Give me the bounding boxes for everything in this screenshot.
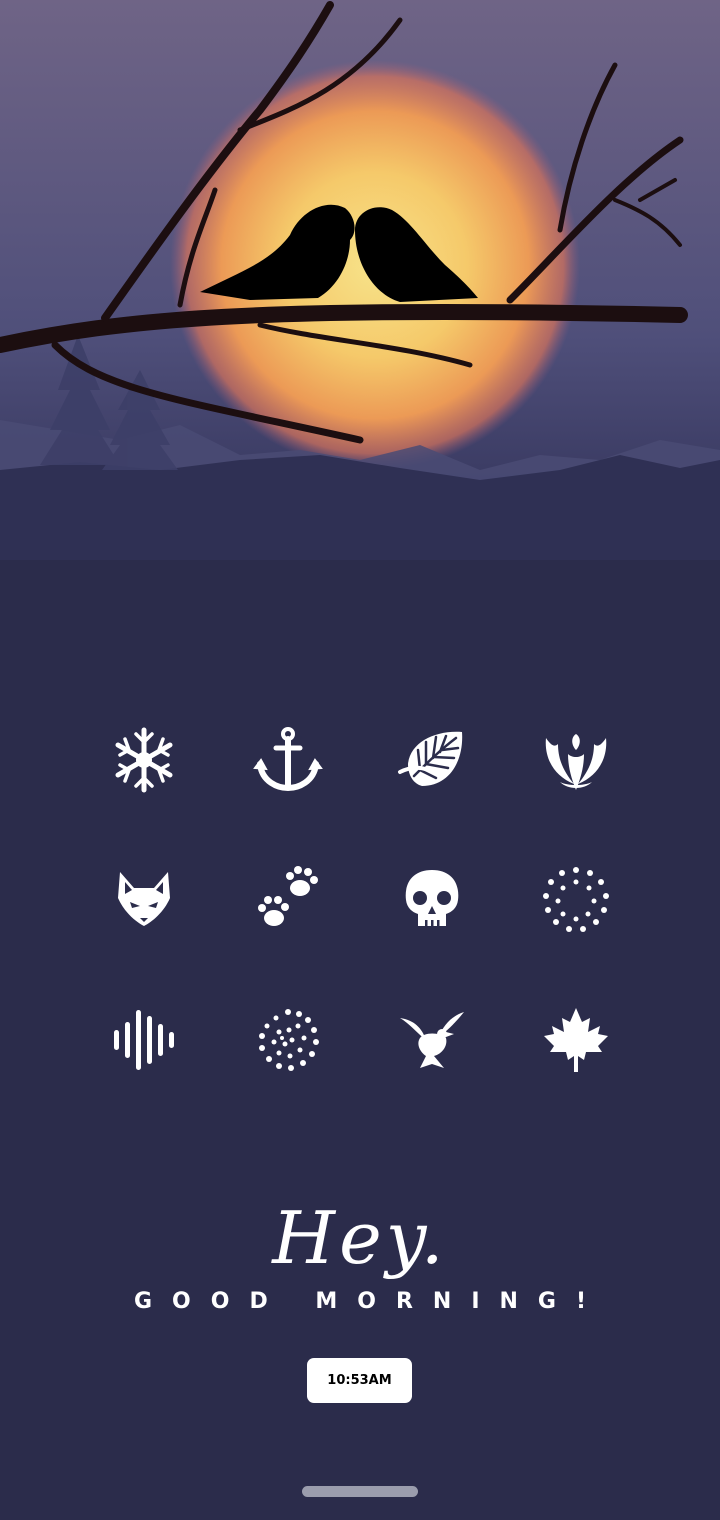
near-hills — [0, 455, 720, 560]
greeting-hey: Hey. — [272, 1196, 448, 1280]
anchor-icon[interactable] — [216, 690, 360, 830]
phoenix-icon[interactable] — [504, 690, 648, 830]
clock-widget[interactable]: 10:53AM — [307, 1358, 412, 1403]
dotted-circle-icon[interactable] — [504, 830, 648, 970]
maple-leaf-icon[interactable] — [504, 970, 648, 1110]
dove-icon[interactable] — [360, 970, 504, 1110]
dotted-spiral-icon[interactable] — [216, 970, 360, 1110]
dotted-circle-glyph — [543, 867, 609, 932]
skull-icon[interactable] — [360, 830, 504, 970]
sound-wave-icon[interactable] — [72, 970, 216, 1110]
snowflake-icon[interactable] — [72, 690, 216, 830]
home-indicator[interactable] — [302, 1486, 418, 1497]
fox-icon[interactable] — [72, 830, 216, 970]
app-icon-grid — [72, 690, 648, 1110]
greeting-subtitle: GOOD MORNING! — [133, 1289, 607, 1314]
clock-time: 10:53AM — [327, 1373, 392, 1388]
leaf-icon[interactable] — [360, 690, 504, 830]
wallpaper-illustration — [0, 0, 720, 560]
greeting: Hey. GOOD MORNING! — [0, 1195, 720, 1314]
paw-prints-icon[interactable] — [216, 830, 360, 970]
wallpaper — [0, 0, 720, 560]
